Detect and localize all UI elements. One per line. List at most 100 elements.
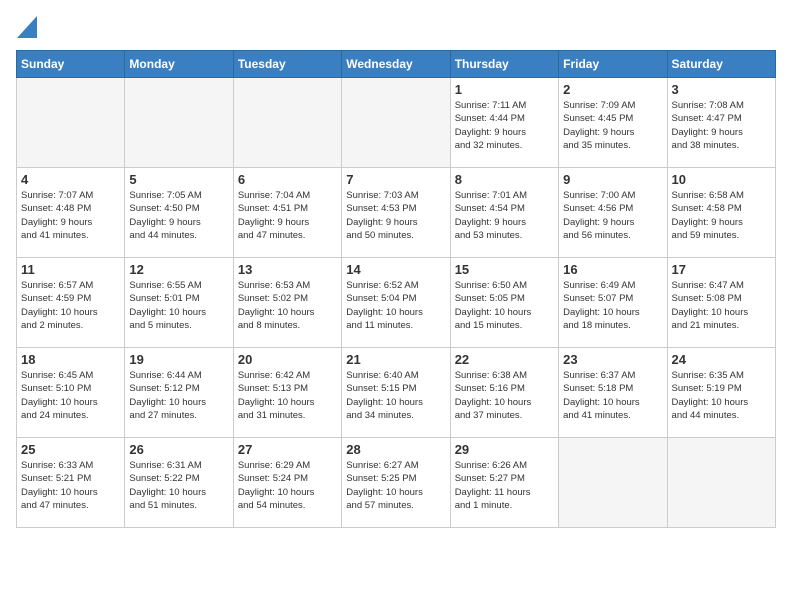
day-number: 17 (672, 262, 771, 277)
day-info: Sunrise: 7:01 AM Sunset: 4:54 PM Dayligh… (455, 189, 554, 242)
day-number: 12 (129, 262, 228, 277)
calendar-table: SundayMondayTuesdayWednesdayThursdayFrid… (16, 50, 776, 528)
calendar-week-4: 25 Sunrise: 6:33 AM Sunset: 5:21 PM Dayli… (17, 438, 776, 528)
day-info: Sunrise: 6:37 AM Sunset: 5:18 PM Dayligh… (563, 369, 662, 422)
day-info: Sunrise: 6:57 AM Sunset: 4:59 PM Dayligh… (21, 279, 120, 332)
day-number: 11 (21, 262, 120, 277)
logo-icon (17, 16, 37, 38)
day-number: 18 (21, 352, 120, 367)
day-number: 25 (21, 442, 120, 457)
day-info: Sunrise: 6:31 AM Sunset: 5:22 PM Dayligh… (129, 459, 228, 512)
calendar-cell: 25 Sunrise: 6:33 AM Sunset: 5:21 PM Dayli… (17, 438, 125, 528)
calendar-cell: 19Sunrise: 6:44 AM Sunset: 5:12 PM Dayli… (125, 348, 233, 438)
logo (16, 16, 37, 38)
calendar-cell: 4 Sunrise: 7:07 AM Sunset: 4:48 PM Daylig… (17, 168, 125, 258)
day-number: 22 (455, 352, 554, 367)
day-info: Sunrise: 6:55 AM Sunset: 5:01 PM Dayligh… (129, 279, 228, 332)
calendar-header-friday: Friday (559, 51, 667, 78)
day-number: 16 (563, 262, 662, 277)
day-info: Sunrise: 6:47 AM Sunset: 5:08 PM Dayligh… (672, 279, 771, 332)
calendar-cell: 24 Sunrise: 6:35 AM Sunset: 5:19 PM Dayli… (667, 348, 775, 438)
day-number: 5 (129, 172, 228, 187)
day-info: Sunrise: 7:08 AM Sunset: 4:47 PM Dayligh… (672, 99, 771, 152)
calendar-cell: 15 Sunrise: 6:50 AM Sunset: 5:05 PM Dayli… (450, 258, 558, 348)
day-number: 13 (238, 262, 337, 277)
calendar-cell: 17 Sunrise: 6:47 AM Sunset: 5:08 PM Dayli… (667, 258, 775, 348)
day-number: 29 (455, 442, 554, 457)
day-info: Sunrise: 7:07 AM Sunset: 4:48 PM Dayligh… (21, 189, 120, 242)
day-number: 8 (455, 172, 554, 187)
day-number: 4 (21, 172, 120, 187)
calendar-header-thursday: Thursday (450, 51, 558, 78)
calendar-cell (667, 438, 775, 528)
day-number: 15 (455, 262, 554, 277)
calendar-cell: 18 Sunrise: 6:45 AM Sunset: 5:10 PM Dayli… (17, 348, 125, 438)
calendar-cell: 21 Sunrise: 6:40 AM Sunset: 5:15 PM Dayli… (342, 348, 450, 438)
day-number: 19 (129, 352, 228, 367)
day-info: Sunrise: 7:03 AM Sunset: 4:53 PM Dayligh… (346, 189, 445, 242)
calendar-cell: 6 Sunrise: 7:04 AM Sunset: 4:51 PM Daylig… (233, 168, 341, 258)
calendar-week-0: 1 Sunrise: 7:11 AM Sunset: 4:44 PM Daylig… (17, 78, 776, 168)
day-info: Sunrise: 6:53 AM Sunset: 5:02 PM Dayligh… (238, 279, 337, 332)
calendar-header-monday: Monday (125, 51, 233, 78)
calendar-week-1: 4 Sunrise: 7:07 AM Sunset: 4:48 PM Daylig… (17, 168, 776, 258)
day-info: Sunrise: 6:45 AM Sunset: 5:10 PM Dayligh… (21, 369, 120, 422)
calendar-cell: 28 Sunrise: 6:27 AM Sunset: 5:25 PM Dayli… (342, 438, 450, 528)
calendar-cell: 11 Sunrise: 6:57 AM Sunset: 4:59 PM Dayli… (17, 258, 125, 348)
calendar-cell: 7 Sunrise: 7:03 AM Sunset: 4:53 PM Daylig… (342, 168, 450, 258)
day-number: 27 (238, 442, 337, 457)
calendar-cell: 14 Sunrise: 6:52 AM Sunset: 5:04 PM Dayli… (342, 258, 450, 348)
calendar-cell (125, 78, 233, 168)
calendar-cell (17, 78, 125, 168)
calendar-header-sunday: Sunday (17, 51, 125, 78)
day-info: Sunrise: 6:33 AM Sunset: 5:21 PM Dayligh… (21, 459, 120, 512)
calendar-header-saturday: Saturday (667, 51, 775, 78)
day-number: 6 (238, 172, 337, 187)
calendar-cell: 9Sunrise: 7:00 AM Sunset: 4:56 PM Daylig… (559, 168, 667, 258)
day-info: Sunrise: 6:50 AM Sunset: 5:05 PM Dayligh… (455, 279, 554, 332)
calendar-header-wednesday: Wednesday (342, 51, 450, 78)
calendar-cell: 26 Sunrise: 6:31 AM Sunset: 5:22 PM Dayli… (125, 438, 233, 528)
day-info: Sunrise: 6:27 AM Sunset: 5:25 PM Dayligh… (346, 459, 445, 512)
day-number: 23 (563, 352, 662, 367)
calendar-cell (559, 438, 667, 528)
calendar-cell (233, 78, 341, 168)
calendar-cell (342, 78, 450, 168)
calendar-cell: 20Sunrise: 6:42 AM Sunset: 5:13 PM Dayli… (233, 348, 341, 438)
calendar-cell: 2 Sunrise: 7:09 AM Sunset: 4:45 PM Daylig… (559, 78, 667, 168)
day-number: 1 (455, 82, 554, 97)
day-number: 3 (672, 82, 771, 97)
calendar-body: 1 Sunrise: 7:11 AM Sunset: 4:44 PM Daylig… (17, 78, 776, 528)
day-info: Sunrise: 6:29 AM Sunset: 5:24 PM Dayligh… (238, 459, 337, 512)
day-info: Sunrise: 6:35 AM Sunset: 5:19 PM Dayligh… (672, 369, 771, 422)
day-number: 21 (346, 352, 445, 367)
day-number: 14 (346, 262, 445, 277)
calendar-cell: 12 Sunrise: 6:55 AM Sunset: 5:01 PM Dayli… (125, 258, 233, 348)
day-number: 24 (672, 352, 771, 367)
day-number: 7 (346, 172, 445, 187)
calendar-header-row: SundayMondayTuesdayWednesdayThursdayFrid… (17, 51, 776, 78)
calendar-week-3: 18 Sunrise: 6:45 AM Sunset: 5:10 PM Dayli… (17, 348, 776, 438)
calendar-cell: 29Sunrise: 6:26 AM Sunset: 5:27 PM Dayli… (450, 438, 558, 528)
day-info: Sunrise: 6:52 AM Sunset: 5:04 PM Dayligh… (346, 279, 445, 332)
day-number: 20 (238, 352, 337, 367)
day-info: Sunrise: 6:40 AM Sunset: 5:15 PM Dayligh… (346, 369, 445, 422)
calendar-cell: 10 Sunrise: 6:58 AM Sunset: 4:58 PM Dayli… (667, 168, 775, 258)
day-number: 10 (672, 172, 771, 187)
calendar-cell: 1 Sunrise: 7:11 AM Sunset: 4:44 PM Daylig… (450, 78, 558, 168)
calendar-cell: 8 Sunrise: 7:01 AM Sunset: 4:54 PM Daylig… (450, 168, 558, 258)
calendar-cell: 5 Sunrise: 7:05 AM Sunset: 4:50 PM Daylig… (125, 168, 233, 258)
day-info: Sunrise: 6:38 AM Sunset: 5:16 PM Dayligh… (455, 369, 554, 422)
calendar-cell: 3 Sunrise: 7:08 AM Sunset: 4:47 PM Daylig… (667, 78, 775, 168)
day-info: Sunrise: 7:09 AM Sunset: 4:45 PM Dayligh… (563, 99, 662, 152)
day-number: 26 (129, 442, 228, 457)
day-number: 28 (346, 442, 445, 457)
day-number: 2 (563, 82, 662, 97)
day-info: Sunrise: 7:11 AM Sunset: 4:44 PM Dayligh… (455, 99, 554, 152)
day-info: Sunrise: 7:04 AM Sunset: 4:51 PM Dayligh… (238, 189, 337, 242)
calendar-cell: 23 Sunrise: 6:37 AM Sunset: 5:18 PM Dayli… (559, 348, 667, 438)
day-info: Sunrise: 7:00 AM Sunset: 4:56 PM Dayligh… (563, 189, 662, 242)
day-info: Sunrise: 7:05 AM Sunset: 4:50 PM Dayligh… (129, 189, 228, 242)
calendar-cell: 27 Sunrise: 6:29 AM Sunset: 5:24 PM Dayli… (233, 438, 341, 528)
day-info: Sunrise: 6:58 AM Sunset: 4:58 PM Dayligh… (672, 189, 771, 242)
